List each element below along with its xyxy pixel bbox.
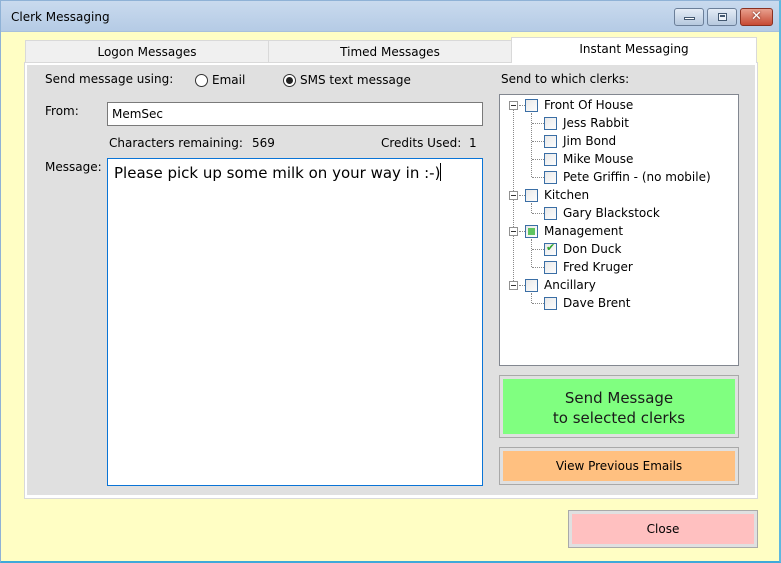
clerk-label[interactable]: Dave Brent — [563, 296, 631, 310]
collapse-icon[interactable] — [509, 227, 518, 236]
window-close-button[interactable]: ✕ — [740, 8, 773, 26]
tree-line — [531, 203, 532, 213]
credits-used-label: Credits Used: — [381, 136, 462, 150]
maximize-button[interactable] — [707, 8, 737, 26]
message-label: Message: — [45, 160, 102, 174]
tree-line — [531, 293, 532, 303]
checkbox[interactable] — [544, 117, 557, 130]
send-message-button[interactable]: Send Message to selected clerks — [499, 375, 739, 438]
tab-logon-messages[interactable]: Logon Messages — [25, 40, 269, 64]
text-caret — [440, 163, 442, 181]
checkbox[interactable] — [544, 171, 557, 184]
minimize-icon — [684, 17, 695, 20]
tree-line — [531, 239, 532, 267]
message-text: Please pick up some milk on your way in … — [114, 164, 441, 182]
tree-line — [532, 159, 544, 160]
group-label[interactable]: Kitchen — [544, 188, 589, 202]
send-message-line2: to selected clerks — [552, 409, 686, 427]
tree-line — [532, 267, 544, 268]
recipients-label: Send to which clerks: — [501, 72, 630, 86]
message-textarea[interactable]: Please pick up some milk on your way in … — [107, 158, 483, 486]
checked-checkbox-icon[interactable] — [544, 241, 557, 256]
collapse-icon[interactable] — [509, 191, 518, 200]
clerk-label[interactable]: Jim Bond — [563, 134, 616, 148]
collapse-icon[interactable] — [509, 101, 518, 110]
tree-line — [532, 303, 544, 304]
group-label[interactable]: Management — [544, 224, 623, 238]
from-input[interactable] — [107, 102, 483, 126]
collapse-icon[interactable] — [509, 281, 518, 290]
checkbox[interactable] — [544, 207, 557, 220]
checkbox[interactable] — [544, 297, 557, 310]
checkbox[interactable] — [544, 135, 557, 148]
group-label[interactable]: Front Of House — [544, 98, 633, 112]
radio-sms-label[interactable]: SMS text message — [300, 73, 411, 87]
credits-used-value: 1 — [469, 136, 477, 150]
send-message-face[interactable]: Send Message to selected clerks — [503, 379, 735, 434]
tree-line — [532, 123, 544, 124]
window-title: Clerk Messaging — [11, 10, 110, 24]
minimize-button[interactable] — [674, 8, 704, 26]
radio-email-label[interactable]: Email — [212, 73, 245, 87]
view-previous-emails-label[interactable]: View Previous Emails — [503, 451, 735, 481]
tab-timed-messages[interactable]: Timed Messages — [268, 40, 512, 64]
close-button[interactable]: Close — [568, 510, 758, 548]
clerk-tree[interactable]: Front Of House Jess Rabbit Jim Bond Mike… — [499, 94, 739, 366]
chars-remaining-label: Characters remaining: — [109, 136, 243, 150]
from-label: From: — [45, 104, 79, 118]
clerk-messaging-window: Clerk Messaging ✕ Logon Messages Timed M… — [0, 0, 781, 563]
checkbox[interactable] — [525, 99, 538, 112]
tree-line — [532, 177, 544, 178]
clerk-label[interactable]: Mike Mouse — [563, 152, 633, 166]
clerk-label[interactable]: Don Duck — [563, 242, 621, 256]
clerk-label[interactable]: Jess Rabbit — [563, 116, 629, 130]
checkbox[interactable] — [525, 279, 538, 292]
partial-checkbox[interactable] — [525, 225, 538, 238]
chars-remaining-value: 569 — [252, 136, 275, 150]
radio-email-circle[interactable] — [195, 74, 208, 87]
checkbox[interactable] — [544, 153, 557, 166]
view-previous-emails-button[interactable]: View Previous Emails — [499, 447, 739, 485]
tab-instant-messaging[interactable]: Instant Messaging — [511, 37, 757, 63]
send-message-line1: Send Message — [564, 389, 674, 407]
close-icon: ✕ — [751, 9, 762, 24]
checkbox[interactable] — [525, 189, 538, 202]
clerk-label[interactable]: Gary Blackstock — [563, 206, 660, 220]
clerk-label[interactable]: Pete Griffin - (no mobile) — [563, 170, 711, 184]
checkbox[interactable] — [544, 261, 557, 274]
tree-line — [532, 141, 544, 142]
tree-line — [532, 249, 544, 250]
maximize-icon — [718, 13, 727, 21]
close-button-label[interactable]: Close — [572, 514, 754, 544]
radio-sms-circle[interactable] — [283, 74, 296, 87]
title-bar[interactable]: Clerk Messaging ✕ — [1, 1, 779, 32]
group-label[interactable]: Ancillary — [544, 278, 596, 292]
clerk-label[interactable]: Fred Kruger — [563, 260, 633, 274]
tree-line — [532, 213, 544, 214]
send-using-label: Send message using: — [45, 72, 174, 86]
